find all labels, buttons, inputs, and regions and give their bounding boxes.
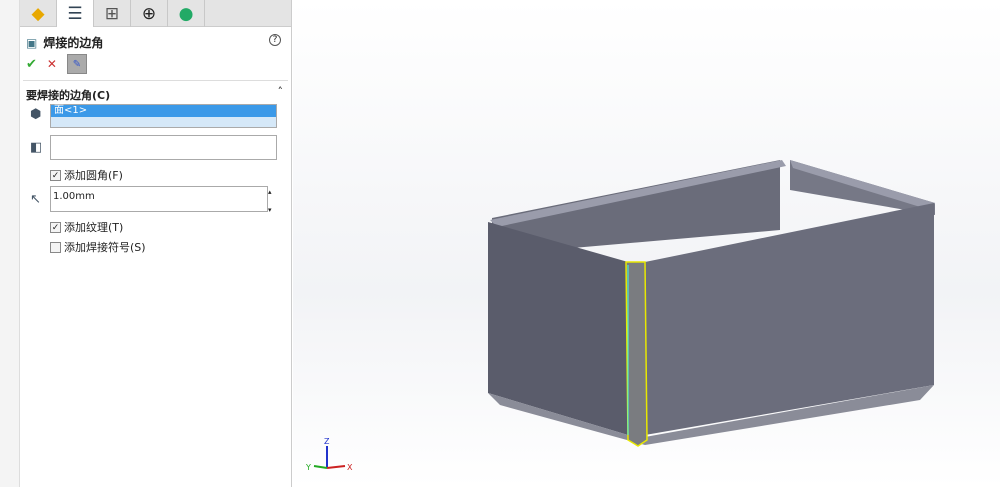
add-weld-symbol-checkbox[interactable]: 添加焊接符号(S) [50,239,146,255]
section-header: 要焊接的边角(C) [26,89,111,102]
manager-tabs: ◆ ☰ ⊞ ⊕ ● [20,0,291,27]
radius-icon: ↖ [30,192,41,207]
selected-face-item[interactable]: 面<1> [51,105,276,117]
panel-title-text: 焊接的边角 [43,36,104,50]
face-set-icon: ◧ [30,140,43,155]
model-view[interactable]: Z X Y [293,0,1000,487]
tab-property-manager[interactable]: ☰ [57,0,94,27]
axis-triad: Z X Y [305,437,353,472]
panel-title: ▣ 焊接的边角 [26,34,103,51]
tab-configuration-manager[interactable]: ⊞ [94,0,131,27]
add-fillet-label: 添加圆角(F) [64,169,123,182]
tab-feature-manager[interactable]: ◆ [20,0,57,27]
globe-icon: ● [178,3,194,24]
tab-display-manager[interactable]: ● [168,0,205,27]
face-icon: ⬢ [30,107,42,122]
add-texture-label: 添加纹理(T) [64,221,124,234]
crosshair-icon: ⊕ [141,3,157,24]
radius-input[interactable]: 1.00mm [50,186,268,212]
checkbox-checked[interactable]: ✓ [50,169,61,181]
triad-z-label: Z [324,437,330,446]
checkbox-unchecked[interactable] [50,241,61,253]
add-fillet-checkbox[interactable]: ✓ 添加圆角(F) [50,167,123,183]
checkbox-checked[interactable]: ✓ [50,221,61,233]
tab-dimxpert-manager[interactable]: ⊕ [131,0,168,27]
tree-icon: ⊞ [104,3,120,24]
part-icon: ◆ [31,3,45,24]
property-manager-panel: ◆ ☰ ⊞ ⊕ ● ▣ 焊接的边角 ? ✔ ✕ ✎ 要焊接的边角(C) ˄ ⬢ 面… [20,0,292,487]
pin-icon: ✎ [72,58,82,70]
graphics-viewport[interactable]: Z X Y [293,0,1000,487]
cancel-button[interactable]: ✕ [47,57,57,71]
add-texture-checkbox[interactable]: ✓ 添加纹理(T) [50,219,123,235]
help-button[interactable]: ? [269,34,281,46]
collapse-chevron-icon[interactable]: ˄ [278,85,284,98]
action-buttons: ✔ ✕ ✎ [26,54,87,74]
weld-corner-icon: ▣ [26,35,38,50]
add-weld-symbol-label: 添加焊接符号(S) [64,241,146,254]
weld-corner-highlight[interactable] [625,261,648,447]
radius-spinner[interactable]: ▴ ▾ [268,188,272,215]
face-selection-box[interactable]: 面<1> [50,104,277,128]
triad-y-label: Y [305,463,311,472]
pin-button[interactable]: ✎ [66,54,87,74]
triad-x-label: X [347,463,353,472]
ok-button[interactable]: ✔ [26,57,37,72]
divider [23,80,288,81]
list-icon: ☰ [67,3,83,24]
left-strip [0,0,20,487]
second-selection-box[interactable] [50,135,277,160]
